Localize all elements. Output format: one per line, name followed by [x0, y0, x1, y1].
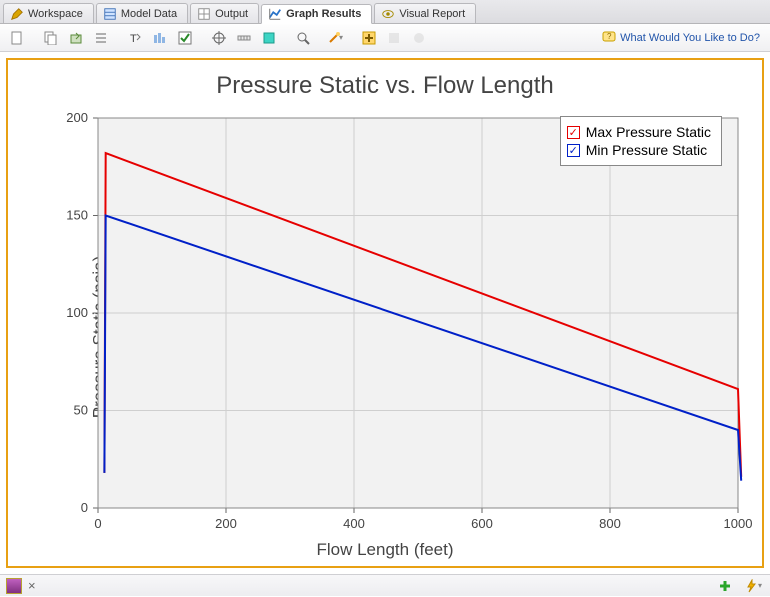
new-sheet-button[interactable] — [6, 27, 28, 49]
disabled-button-2 — [408, 27, 430, 49]
sheet-icon — [10, 31, 24, 45]
tab-label: Visual Report — [399, 8, 465, 20]
plus-icon — [718, 579, 732, 593]
format-button[interactable] — [149, 27, 171, 49]
copy-button[interactable] — [40, 27, 62, 49]
svg-text:600: 600 — [471, 516, 493, 531]
pencil-icon — [10, 7, 24, 21]
close-bottom-tab[interactable]: × — [28, 578, 36, 593]
run-button[interactable]: ▾ — [742, 575, 764, 597]
help-link-label: What Would You Like to Do? — [620, 32, 760, 44]
box-icon — [387, 31, 401, 45]
svg-text:50: 50 — [74, 403, 88, 418]
add-button[interactable] — [358, 27, 380, 49]
svg-text:200: 200 — [66, 110, 88, 125]
plus-box-icon — [362, 31, 376, 45]
color-button[interactable] — [258, 27, 280, 49]
svg-text:0: 0 — [94, 516, 101, 531]
svg-text:100: 100 — [66, 305, 88, 320]
text-icon: T — [128, 31, 142, 45]
checkbox-button[interactable] — [174, 27, 196, 49]
text-tool-button[interactable]: T — [124, 27, 146, 49]
svg-text:150: 150 — [66, 208, 88, 223]
tab-model-data[interactable]: Model Data — [96, 3, 188, 23]
check-icon — [178, 31, 192, 45]
chart-icon — [268, 7, 282, 21]
scale-button[interactable] — [233, 27, 255, 49]
data-icon — [103, 7, 117, 21]
format-icon — [153, 31, 167, 45]
tab-label: Model Data — [121, 8, 177, 20]
tab-label: Graph Results — [286, 8, 361, 20]
help-bubble-icon: ? — [602, 31, 616, 45]
add-scenario-button[interactable] — [714, 575, 736, 597]
toolbar: T ▾ ? What Would You Like to Do? — [0, 24, 770, 52]
bottom-tab[interactable] — [6, 578, 22, 594]
wand-button[interactable]: ▾ — [324, 27, 346, 49]
crosshair-icon — [212, 31, 226, 45]
tab-bar: Workspace Model Data Output Graph Result… — [0, 0, 770, 24]
tab-label: Output — [215, 8, 248, 20]
tab-workspace[interactable]: Workspace — [3, 3, 94, 23]
export-button[interactable] — [65, 27, 87, 49]
bolt-icon — [744, 579, 758, 593]
bottom-bar: × ▾ — [0, 574, 770, 596]
svg-text:400: 400 — [343, 516, 365, 531]
disabled-button-1 — [383, 27, 405, 49]
tab-label: Workspace — [28, 8, 83, 20]
list-button[interactable] — [90, 27, 112, 49]
chart-svg[interactable]: 0 200 400 600 800 1000 0 50 100 150 200 — [8, 108, 758, 568]
export-icon — [69, 31, 83, 45]
tab-visual-report[interactable]: Visual Report — [374, 3, 476, 23]
svg-text:800: 800 — [599, 516, 621, 531]
svg-text:1000: 1000 — [724, 516, 753, 531]
help-link[interactable]: ? What Would You Like to Do? — [598, 29, 764, 47]
svg-text:?: ? — [607, 32, 612, 41]
legend-item-max[interactable]: ✓ Max Pressure Static — [567, 123, 711, 141]
list-icon — [94, 31, 108, 45]
square-icon — [262, 31, 276, 45]
grid-icon — [197, 7, 211, 21]
legend-label: Min Pressure Static — [586, 142, 707, 158]
chart-title: Pressure Static vs. Flow Length — [8, 60, 762, 104]
tab-graph-results[interactable]: Graph Results — [261, 4, 372, 24]
svg-text:0: 0 — [81, 500, 88, 515]
copy-icon — [44, 31, 58, 45]
legend: ✓ Max Pressure Static ✓ Min Pressure Sta… — [560, 116, 722, 166]
svg-text:200: 200 — [215, 516, 237, 531]
crosshair-button[interactable] — [208, 27, 230, 49]
scale-icon — [237, 31, 251, 45]
legend-label: Max Pressure Static — [586, 124, 711, 140]
plot-area: Pressure Static (psia) Flow Length (feet… — [8, 108, 762, 566]
legend-item-min[interactable]: ✓ Min Pressure Static — [567, 141, 711, 159]
circle-icon — [412, 31, 426, 45]
magnifier-icon — [296, 31, 310, 45]
chart-frame: Pressure Static vs. Flow Length Pressure… — [6, 58, 764, 568]
eye-icon — [381, 7, 395, 21]
zoom-button[interactable] — [292, 27, 314, 49]
tab-output[interactable]: Output — [190, 3, 259, 23]
svg-text:T: T — [130, 33, 137, 45]
